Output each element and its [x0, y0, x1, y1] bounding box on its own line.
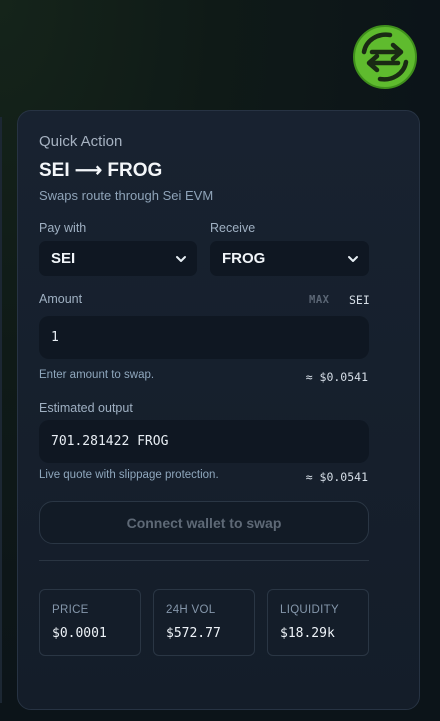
output-usd-value: ≈ $0.0541 — [305, 470, 368, 484]
pay-with-select[interactable]: SEI — [39, 241, 197, 276]
output-hint: Live quote with slippage protection. — [39, 469, 219, 481]
amount-input[interactable]: 1 — [39, 316, 369, 359]
receive-label: Receive — [210, 221, 256, 235]
stat-label: LIQUIDITY — [280, 604, 339, 616]
stat-value: $0.0001 — [52, 626, 107, 641]
amount-input-value: 1 — [51, 330, 59, 345]
amount-unit: SEI — [349, 293, 370, 307]
card-title: SEI ⟶ FROG — [39, 160, 163, 181]
stat-card-24h-vol: 24H VOL $572.77 — [153, 589, 255, 656]
amount-label: Amount — [39, 292, 83, 306]
receive-select[interactable]: FROG — [210, 241, 369, 276]
estimated-output-value: 701.281422 FROG — [51, 434, 169, 449]
amount-usd-value: ≈ $0.0541 — [305, 370, 368, 384]
swap-arrows-logo-icon[interactable] — [352, 24, 418, 90]
amount-hint: Enter amount to swap. — [39, 369, 155, 381]
chevron-down-icon — [176, 255, 186, 262]
connect-wallet-button[interactable]: Connect wallet to swap — [39, 501, 369, 544]
pay-with-label: Pay with — [39, 221, 87, 235]
stat-card-liquidity: LIQUIDITY $18.29k — [267, 589, 369, 656]
card-eyebrow: Quick Action — [39, 133, 123, 150]
chevron-down-icon — [348, 255, 358, 262]
pay-with-value: SEI — [51, 250, 76, 267]
card-subtitle: Swaps route through Sei EVM — [39, 188, 214, 203]
left-panel-edge — [0, 117, 2, 703]
estimated-output-field: 701.281422 FROG — [39, 420, 369, 463]
max-button[interactable]: MAX — [309, 294, 329, 306]
stat-card-price: PRICE $0.0001 — [39, 589, 141, 656]
stat-value: $572.77 — [166, 626, 221, 641]
estimated-output-label: Estimated output — [39, 401, 133, 415]
receive-value: FROG — [222, 250, 266, 267]
quick-action-card: Quick Action SEI ⟶ FROG Swaps route thro… — [17, 110, 420, 710]
stat-label: 24H VOL — [166, 604, 216, 616]
stat-label: PRICE — [52, 604, 89, 616]
divider — [39, 560, 369, 561]
stat-value: $18.29k — [280, 626, 335, 641]
